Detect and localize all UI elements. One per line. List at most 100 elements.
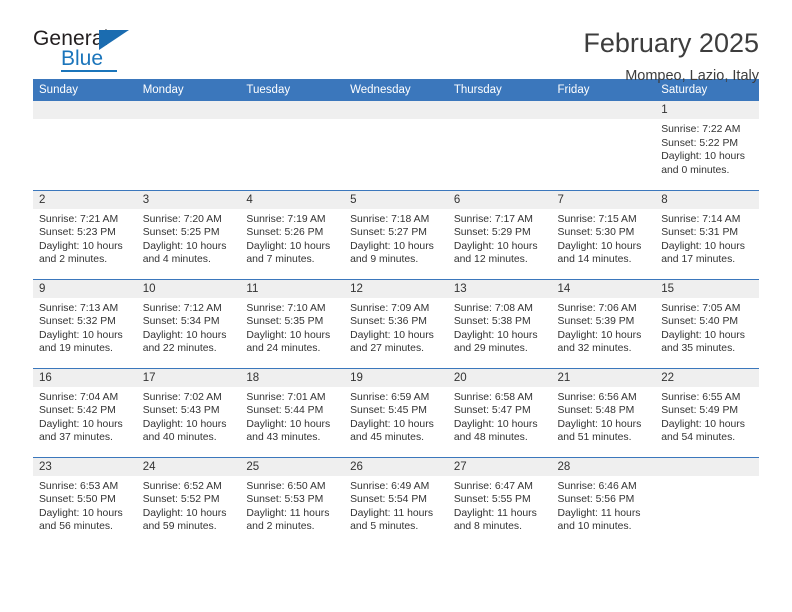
calendar-cell-empty bbox=[33, 101, 137, 190]
sunrise-text: Sunrise: 6:53 AM bbox=[39, 480, 119, 492]
daylight-text: Daylight: 10 hours and 7 minutes. bbox=[246, 240, 331, 266]
sunset-text: Sunset: 5:45 PM bbox=[350, 405, 427, 417]
sunrise-text: Sunrise: 7:20 AM bbox=[142, 213, 222, 225]
calendar-day-cell[interactable]: 13 Sunrise: 7:08 AM Sunset: 5:38 PM Dayligh… bbox=[447, 278, 552, 368]
daylight-text: Daylight: 10 hours and 37 minutes. bbox=[39, 418, 123, 444]
day-number: 16 bbox=[33, 368, 137, 387]
day-details: Sunrise: 6:58 AM Sunset: 5:47 PM Daylight:… bbox=[448, 387, 552, 445]
calendar-day-cell[interactable]: 26 Sunrise: 6:49 AM Sunset: 5:54 PM Dayligh… bbox=[344, 456, 448, 546]
day-details: Sunrise: 7:19 AM Sunset: 5:26 PM Daylight:… bbox=[240, 209, 344, 267]
calendar-day-cell[interactable]: 18 Sunrise: 7:01 AM Sunset: 5:44 PM Dayligh… bbox=[240, 367, 345, 457]
weekday-header-sunday: Sunday bbox=[33, 79, 137, 101]
daylight-text: Daylight: 10 hours and 56 minutes. bbox=[39, 507, 123, 533]
daylight-text: Daylight: 11 hours and 10 minutes. bbox=[557, 507, 641, 533]
sunrise-text: Sunrise: 7:02 AM bbox=[142, 391, 222, 403]
calendar-week-row: 23 Sunrise: 6:53 AM Sunset: 5:50 PM Dayligh… bbox=[33, 456, 759, 546]
day-number: 13 bbox=[447, 279, 552, 298]
daylight-text: Daylight: 10 hours and 4 minutes. bbox=[142, 240, 227, 266]
sunset-text: Sunset: 5:34 PM bbox=[142, 316, 220, 328]
daylight-text: Daylight: 10 hours and 32 minutes. bbox=[557, 329, 642, 355]
sunrise-text: Sunrise: 7:08 AM bbox=[453, 302, 533, 314]
sunrise-text: Sunrise: 7:22 AM bbox=[661, 124, 741, 135]
calendar-grid: Sunday Monday Tuesday Wednesday Thursday… bbox=[33, 79, 759, 546]
calendar-day-cell[interactable]: 1 Sunrise: 7:22 AM Sunset: 5:22 PM Daylight… bbox=[655, 101, 759, 190]
day-details: Sunrise: 7:05 AM Sunset: 5:40 PM Daylight:… bbox=[655, 298, 759, 356]
calendar-day-cell[interactable]: 11 Sunrise: 7:10 AM Sunset: 5:35 PM Dayligh… bbox=[240, 278, 345, 368]
calendar-day-cell[interactable]: 2 Sunrise: 7:21 AM Sunset: 5:23 PM Daylight… bbox=[33, 189, 137, 279]
day-number: 4 bbox=[240, 190, 345, 209]
sunset-text: Sunset: 5:47 PM bbox=[453, 405, 531, 417]
daylight-text: Daylight: 10 hours and 48 minutes. bbox=[453, 418, 538, 444]
calendar-day-cell[interactable]: 20 Sunrise: 6:58 AM Sunset: 5:47 PM Dayligh… bbox=[447, 367, 552, 457]
daylight-text: Daylight: 10 hours and 9 minutes. bbox=[350, 240, 434, 266]
day-number: 15 bbox=[655, 279, 759, 298]
calendar-day-cell[interactable]: 9 Sunrise: 7:13 AM Sunset: 5:32 PM Daylight… bbox=[33, 278, 137, 368]
calendar-day-cell[interactable]: 4 Sunrise: 7:19 AM Sunset: 5:26 PM Daylight… bbox=[240, 189, 345, 279]
day-details: Sunrise: 6:50 AM Sunset: 5:53 PM Daylight:… bbox=[240, 476, 344, 534]
calendar-day-cell[interactable]: 17 Sunrise: 7:02 AM Sunset: 5:43 PM Dayligh… bbox=[136, 367, 241, 457]
calendar-day-cell[interactable]: 27 Sunrise: 6:47 AM Sunset: 5:55 PM Dayligh… bbox=[447, 456, 552, 546]
calendar-day-cell[interactable]: 22 Sunrise: 6:55 AM Sunset: 5:49 PM Dayligh… bbox=[655, 367, 759, 457]
sunset-text: Sunset: 5:30 PM bbox=[557, 227, 635, 239]
calendar-day-cell[interactable]: 14 Sunrise: 7:06 AM Sunset: 5:39 PM Dayligh… bbox=[551, 278, 656, 368]
calendar-day-cell[interactable]: 25 Sunrise: 6:50 AM Sunset: 5:53 PM Dayligh… bbox=[240, 456, 345, 546]
calendar-week-row: 9 Sunrise: 7:13 AM Sunset: 5:32 PM Daylight… bbox=[33, 278, 759, 368]
calendar-day-cell[interactable]: 10 Sunrise: 7:12 AM Sunset: 5:34 PM Dayligh… bbox=[136, 278, 241, 368]
weekday-header-tuesday: Tuesday bbox=[240, 79, 345, 101]
sunset-text: Sunset: 5:35 PM bbox=[246, 316, 324, 328]
day-details: Sunrise: 7:04 AM Sunset: 5:42 PM Daylight:… bbox=[33, 387, 137, 445]
brand-name-blue: Blue bbox=[61, 47, 104, 70]
calendar-day-cell[interactable]: 12 Sunrise: 7:09 AM Sunset: 5:36 PM Dayligh… bbox=[344, 278, 448, 368]
calendar-week-row: 1 Sunrise: 7:22 AM Sunset: 5:22 PM Daylight… bbox=[33, 101, 759, 190]
sunrise-text: Sunrise: 7:01 AM bbox=[246, 391, 326, 403]
daylight-text: Daylight: 10 hours and 2 minutes. bbox=[39, 240, 123, 266]
day-details: Sunrise: 7:20 AM Sunset: 5:25 PM Daylight:… bbox=[137, 209, 241, 267]
sunset-text: Sunset: 5:32 PM bbox=[39, 316, 116, 328]
day-number: 6 bbox=[447, 190, 552, 209]
calendar-day-cell[interactable]: 21 Sunrise: 6:56 AM Sunset: 5:48 PM Dayligh… bbox=[551, 367, 656, 457]
day-details: Sunrise: 7:08 AM Sunset: 5:38 PM Daylight:… bbox=[448, 298, 552, 356]
daylight-text: Daylight: 11 hours and 2 minutes. bbox=[246, 507, 330, 533]
calendar-cell-empty bbox=[344, 101, 448, 190]
calendar-day-cell[interactable]: 24 Sunrise: 6:52 AM Sunset: 5:52 PM Dayligh… bbox=[136, 456, 241, 546]
day-details: Sunrise: 6:55 AM Sunset: 5:49 PM Daylight:… bbox=[655, 387, 759, 445]
day-number: 17 bbox=[136, 368, 241, 387]
daylight-text: Daylight: 10 hours and 59 minutes. bbox=[142, 507, 227, 533]
title-block: February 2025 Mompeo, Lazio, Italy bbox=[583, 28, 759, 86]
calendar-day-cell[interactable]: 16 Sunrise: 7:04 AM Sunset: 5:42 PM Dayligh… bbox=[33, 367, 137, 457]
daylight-text: Daylight: 10 hours and 40 minutes. bbox=[142, 418, 227, 444]
calendar-day-cell[interactable]: 28 Sunrise: 6:46 AM Sunset: 5:56 PM Dayligh… bbox=[551, 456, 656, 546]
sunset-text: Sunset: 5:22 PM bbox=[661, 137, 739, 149]
day-details: Sunrise: 6:46 AM Sunset: 5:56 PM Daylight:… bbox=[552, 476, 656, 534]
calendar-week-row: 2 Sunrise: 7:21 AM Sunset: 5:23 PM Daylight… bbox=[33, 189, 759, 279]
day-number: 14 bbox=[551, 279, 656, 298]
day-details: Sunrise: 7:02 AM Sunset: 5:43 PM Daylight:… bbox=[137, 387, 241, 445]
day-number: 8 bbox=[655, 190, 759, 209]
brand-logo[interactable]: General Blue bbox=[33, 28, 145, 74]
calendar-day-cell[interactable]: 6 Sunrise: 7:17 AM Sunset: 5:29 PM Daylight… bbox=[447, 189, 552, 279]
calendar-day-cell[interactable]: 8 Sunrise: 7:14 AM Sunset: 5:31 PM Daylight… bbox=[655, 189, 759, 279]
calendar-day-cell[interactable]: 23 Sunrise: 6:53 AM Sunset: 5:50 PM Dayligh… bbox=[33, 456, 137, 546]
calendar-day-cell[interactable]: 15 Sunrise: 7:05 AM Sunset: 5:40 PM Dayligh… bbox=[655, 278, 759, 368]
sunrise-text: Sunrise: 6:52 AM bbox=[142, 480, 222, 492]
sunrise-text: Sunrise: 6:46 AM bbox=[557, 480, 637, 492]
sunset-text: Sunset: 5:52 PM bbox=[142, 494, 220, 506]
calendar-day-cell[interactable]: 19 Sunrise: 6:59 AM Sunset: 5:45 PM Dayligh… bbox=[344, 367, 448, 457]
day-number: 5 bbox=[344, 190, 448, 209]
sunset-text: Sunset: 5:29 PM bbox=[453, 227, 531, 239]
day-number: 19 bbox=[344, 368, 448, 387]
calendar-day-cell[interactable]: 7 Sunrise: 7:15 AM Sunset: 5:30 PM Daylight… bbox=[551, 189, 656, 279]
day-details: Sunrise: 6:47 AM Sunset: 5:55 PM Daylight:… bbox=[448, 476, 552, 534]
day-number: 20 bbox=[447, 368, 552, 387]
weekday-header-thursday: Thursday bbox=[447, 79, 552, 101]
day-number: 2 bbox=[33, 190, 137, 209]
day-number bbox=[344, 101, 448, 119]
day-number: 9 bbox=[33, 279, 137, 298]
day-details: Sunrise: 7:21 AM Sunset: 5:23 PM Daylight:… bbox=[33, 209, 137, 267]
calendar-day-cell[interactable]: 5 Sunrise: 7:18 AM Sunset: 5:27 PM Daylight… bbox=[344, 189, 448, 279]
sunset-text: Sunset: 5:38 PM bbox=[453, 316, 531, 328]
day-number: 7 bbox=[551, 190, 656, 209]
calendar-body: 1 Sunrise: 7:22 AM Sunset: 5:22 PM Daylight… bbox=[33, 101, 759, 546]
calendar-day-cell[interactable]: 3 Sunrise: 7:20 AM Sunset: 5:25 PM Daylight… bbox=[136, 189, 241, 279]
sunset-text: Sunset: 5:40 PM bbox=[661, 316, 739, 328]
